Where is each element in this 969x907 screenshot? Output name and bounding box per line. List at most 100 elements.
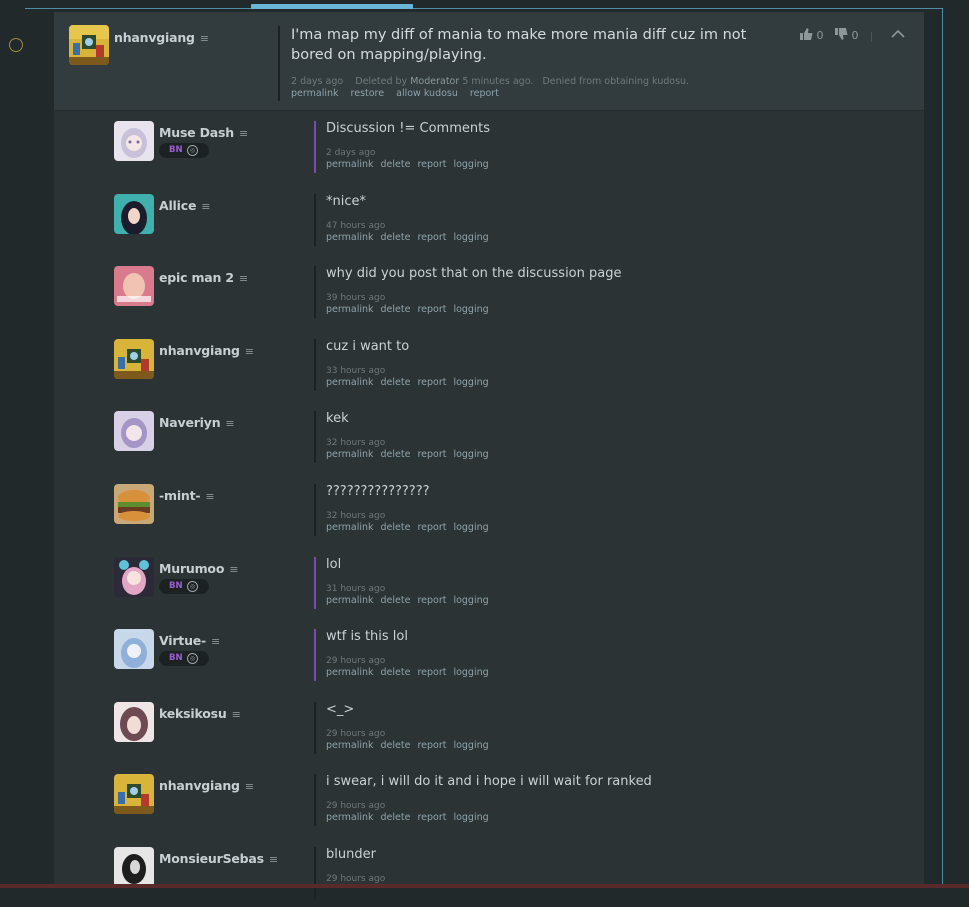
username[interactable]: Naveriyn — [159, 415, 221, 430]
delete-link[interactable]: delete — [381, 377, 411, 388]
logging-link[interactable]: logging — [453, 232, 488, 243]
report-link[interactable]: report — [417, 304, 446, 315]
permalink-link[interactable]: permalink — [326, 595, 374, 606]
avatar[interactable] — [114, 774, 154, 814]
permalink-link[interactable]: permalink — [326, 304, 374, 315]
upvote-button[interactable]: 0 — [800, 28, 824, 42]
status-circle-icon[interactable] — [9, 38, 23, 52]
user-menu-icon[interactable]: ≡ — [239, 272, 248, 285]
delete-link[interactable]: delete — [381, 304, 411, 315]
report-link[interactable]: report — [417, 232, 446, 243]
username[interactable]: Allice — [159, 198, 196, 213]
delete-link[interactable]: delete — [381, 159, 411, 170]
username[interactable]: Muse Dash — [159, 125, 234, 140]
reply-author[interactable]: keksikosu ≡ — [159, 706, 241, 721]
avatar[interactable] — [114, 121, 154, 161]
username[interactable]: MonsieurSebas — [159, 851, 264, 866]
report-link[interactable]: report — [417, 812, 446, 823]
username[interactable]: nhanvgiang — [159, 343, 240, 358]
avatar[interactable] — [114, 847, 154, 887]
logging-link[interactable]: logging — [453, 667, 488, 678]
reply-author[interactable]: -mint- ≡ — [159, 488, 215, 503]
bn-badge[interactable]: BN ◎ — [159, 579, 209, 594]
username[interactable]: keksikosu — [159, 706, 227, 721]
user-menu-icon[interactable]: ≡ — [229, 563, 238, 576]
avatar[interactable] — [69, 25, 109, 65]
avatar[interactable] — [114, 629, 154, 669]
permalink-link[interactable]: permalink — [326, 232, 374, 243]
avatar[interactable] — [114, 266, 154, 306]
logging-link[interactable]: logging — [453, 377, 488, 388]
user-menu-icon[interactable]: ≡ — [205, 490, 214, 503]
report-link[interactable]: report — [417, 159, 446, 170]
logging-link[interactable]: logging — [453, 449, 488, 460]
avatar[interactable] — [114, 557, 154, 597]
reply-author[interactable]: Virtue- ≡ — [159, 633, 220, 648]
deleted-by-link[interactable]: Moderator — [410, 76, 459, 87]
permalink-link[interactable]: permalink — [326, 667, 374, 678]
username[interactable]: epic man 2 — [159, 270, 234, 285]
reply-author[interactable]: epic man 2 ≡ — [159, 270, 248, 285]
user-menu-icon[interactable]: ≡ — [211, 635, 220, 648]
post-author[interactable]: nhanvgiang ≡ — [114, 30, 209, 45]
report-link[interactable]: report — [417, 595, 446, 606]
restore-link[interactable]: restore — [351, 88, 385, 99]
report-link[interactable]: report — [470, 88, 499, 99]
report-link[interactable]: report — [417, 449, 446, 460]
reply-author[interactable]: Naveriyn ≡ — [159, 415, 235, 430]
logging-link[interactable]: logging — [453, 740, 488, 751]
permalink-link[interactable]: permalink — [326, 377, 374, 388]
permalink-link[interactable]: permalink — [326, 740, 374, 751]
reply-author[interactable]: nhanvgiang ≡ — [159, 343, 254, 358]
user-menu-icon[interactable]: ≡ — [245, 345, 254, 358]
delete-link[interactable]: delete — [381, 812, 411, 823]
bn-badge[interactable]: BN ◎ — [159, 651, 209, 666]
avatar[interactable] — [114, 484, 154, 524]
user-menu-icon[interactable]: ≡ — [239, 127, 248, 140]
username[interactable]: -mint- — [159, 488, 201, 503]
reply-author[interactable]: Murumoo ≡ — [159, 561, 238, 576]
avatar[interactable] — [114, 702, 154, 742]
logging-link[interactable]: logging — [453, 595, 488, 606]
logging-link[interactable]: logging — [453, 812, 488, 823]
permalink-link[interactable]: permalink — [326, 159, 374, 170]
username[interactable]: nhanvgiang — [114, 30, 195, 45]
user-menu-icon[interactable]: ≡ — [200, 32, 209, 45]
username[interactable]: nhanvgiang — [159, 778, 240, 793]
avatar[interactable] — [114, 339, 154, 379]
logging-link[interactable]: logging — [453, 159, 488, 170]
reply-author[interactable]: MonsieurSebas ≡ — [159, 851, 278, 866]
delete-link[interactable]: delete — [381, 449, 411, 460]
permalink-link[interactable]: permalink — [326, 449, 374, 460]
delete-link[interactable]: delete — [381, 667, 411, 678]
allow-kudosu-link[interactable]: allow kudosu — [396, 88, 458, 99]
reply-author[interactable]: Allice ≡ — [159, 198, 210, 213]
permalink-link[interactable]: permalink — [291, 88, 339, 99]
reply-author[interactable]: Muse Dash ≡ — [159, 125, 248, 140]
user-menu-icon[interactable]: ≡ — [269, 853, 278, 866]
username[interactable]: Virtue- — [159, 633, 206, 648]
delete-link[interactable]: delete — [381, 595, 411, 606]
user-menu-icon[interactable]: ≡ — [225, 417, 234, 430]
avatar[interactable] — [114, 411, 154, 451]
collapse-button[interactable] — [890, 26, 906, 42]
bn-badge[interactable]: BN ◎ — [159, 143, 209, 158]
logging-link[interactable]: logging — [453, 304, 488, 315]
delete-link[interactable]: delete — [381, 232, 411, 243]
logging-link[interactable]: logging — [453, 522, 488, 533]
report-link[interactable]: report — [417, 667, 446, 678]
report-link[interactable]: report — [417, 740, 446, 751]
permalink-link[interactable]: permalink — [326, 812, 374, 823]
user-menu-icon[interactable]: ≡ — [232, 708, 241, 721]
user-menu-icon[interactable]: ≡ — [245, 780, 254, 793]
user-menu-icon[interactable]: ≡ — [201, 200, 210, 213]
username[interactable]: Murumoo — [159, 561, 224, 576]
report-link[interactable]: report — [417, 377, 446, 388]
downvote-button[interactable]: 0 — [835, 28, 859, 42]
delete-link[interactable]: delete — [381, 740, 411, 751]
permalink-link[interactable]: permalink — [326, 522, 374, 533]
reply-author[interactable]: nhanvgiang ≡ — [159, 778, 254, 793]
avatar[interactable] — [114, 194, 154, 234]
report-link[interactable]: report — [417, 522, 446, 533]
delete-link[interactable]: delete — [381, 522, 411, 533]
